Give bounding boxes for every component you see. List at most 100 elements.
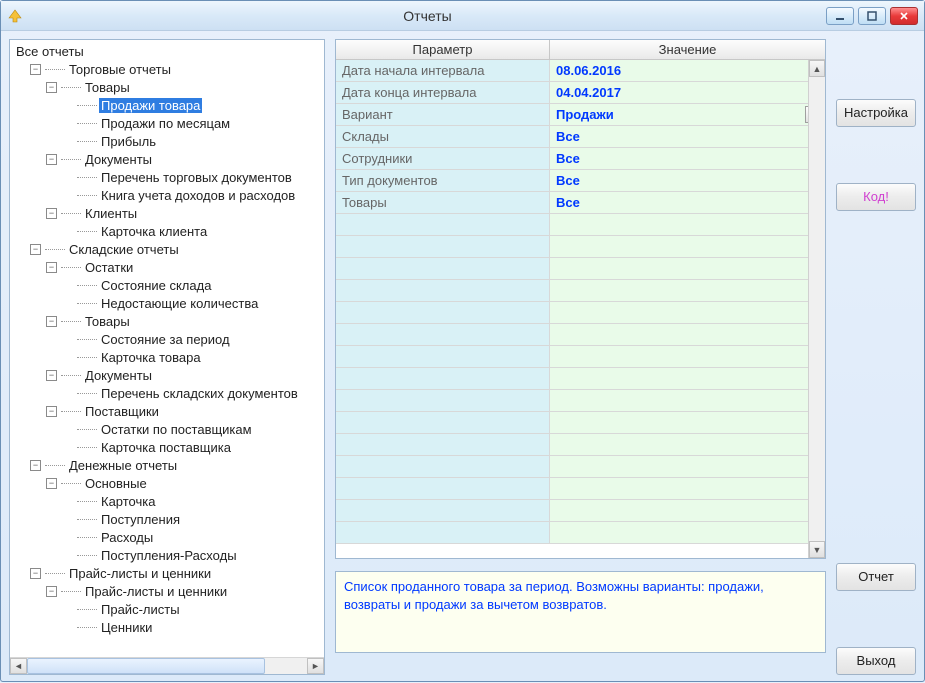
tree-item[interactable]: − Товары	[46, 312, 324, 330]
collapse-icon[interactable]: −	[30, 64, 41, 75]
tree-item[interactable]: Состояние за период	[62, 330, 324, 348]
reports-tree[interactable]: Все отчеты−Торговые отчеты−ТоварыПродажи…	[10, 40, 324, 657]
grid-row[interactable]: СкладыВсе	[336, 126, 825, 148]
scroll-track[interactable]	[27, 658, 307, 674]
collapse-icon[interactable]: −	[46, 82, 57, 93]
collapse-icon[interactable]: −	[46, 316, 57, 327]
tree-item[interactable]: Прайс-листы	[62, 600, 324, 618]
tree-item[interactable]: Остатки по поставщикам	[62, 420, 324, 438]
tree-item[interactable]: Карточка клиента	[62, 222, 324, 240]
tree-item[interactable]: −Документы	[46, 150, 324, 168]
tree-item-label[interactable]: Денежные отчеты	[67, 458, 179, 473]
tree-item-label[interactable]: Состояние склада	[99, 278, 213, 293]
tree-item[interactable]: − Клиенты	[46, 204, 324, 222]
exit-button[interactable]: Выход	[836, 647, 916, 675]
tree-item-label[interactable]: Книга учета доходов и расходов	[99, 188, 297, 203]
tree-item[interactable]: Книга учета доходов и расходов	[62, 186, 324, 204]
tree-item-label[interactable]: Остатки	[83, 260, 135, 275]
scroll-track[interactable]	[809, 77, 825, 541]
collapse-icon[interactable]: −	[46, 478, 57, 489]
grid-row[interactable]: Дата начала интервала08.06.2016	[336, 60, 825, 82]
tree-item[interactable]: Карточка	[62, 492, 324, 510]
collapse-icon[interactable]: −	[46, 370, 57, 381]
tree-item-label[interactable]: Перечень торговых документов	[99, 170, 294, 185]
tree-item-label[interactable]: Поступления-Расходы	[99, 548, 239, 563]
value-cell[interactable]: 04.04.2017	[550, 82, 825, 103]
scroll-up-button[interactable]: ▲	[809, 60, 825, 77]
tree-item-label[interactable]: Складские отчеты	[67, 242, 181, 257]
maximize-button[interactable]	[858, 7, 886, 25]
collapse-icon[interactable]: −	[30, 460, 41, 471]
tree-item-label[interactable]: Состояние за период	[99, 332, 232, 347]
code-button[interactable]: Код!	[836, 183, 916, 211]
tree-item[interactable]: − Прайс-листы и ценники	[30, 564, 324, 582]
value-cell[interactable]: Все	[550, 126, 825, 147]
tree-item[interactable]: − Денежные отчеты	[30, 456, 324, 474]
grid-row[interactable]: Дата конца интервала04.04.2017	[336, 82, 825, 104]
tree-item-label[interactable]: Расходы	[99, 530, 155, 545]
settings-button[interactable]: Настройка	[836, 99, 916, 127]
value-cell[interactable]: Все	[550, 170, 825, 191]
collapse-icon[interactable]: −	[46, 406, 57, 417]
tree-item[interactable]: Поступления-Расходы	[62, 546, 324, 564]
tree-item[interactable]: Продажи товара	[62, 96, 324, 114]
close-button[interactable]	[890, 7, 918, 25]
tree-item-label[interactable]: Поставщики	[83, 404, 161, 419]
tree-item-label[interactable]: Торговые отчеты	[67, 62, 173, 77]
tree-item[interactable]: − Поставщики	[46, 402, 324, 420]
tree-item-label[interactable]: Остатки по поставщикам	[99, 422, 254, 437]
tree-item[interactable]: − Основные	[46, 474, 324, 492]
tree-item[interactable]: Перечень складских документов	[62, 384, 324, 402]
tree-item[interactable]: − Торговые отчеты	[30, 60, 324, 78]
value-cell[interactable]: 08.06.2016	[550, 60, 825, 81]
tree-item-label[interactable]: Прайс-листы	[99, 602, 182, 617]
tree-item-label[interactable]: Клиенты	[83, 206, 139, 221]
column-header-parameter[interactable]: Параметр	[336, 40, 550, 59]
tree-item-label[interactable]: Ценники	[99, 620, 154, 635]
grid-vscrollbar[interactable]: ▲ ▼	[808, 60, 825, 558]
tree-item[interactable]: Ценники	[62, 618, 324, 636]
tree-item-label[interactable]: Карточка поставщика	[99, 440, 233, 455]
scroll-down-button[interactable]: ▼	[809, 541, 825, 558]
tree-root-label[interactable]: Все отчеты	[14, 44, 86, 59]
scroll-left-button[interactable]: ◄	[10, 658, 27, 674]
grid-row[interactable]: СотрудникиВсе	[336, 148, 825, 170]
tree-item[interactable]: −Остатки	[46, 258, 324, 276]
collapse-icon[interactable]: −	[30, 568, 41, 579]
tree-item[interactable]: Прибыль	[62, 132, 324, 150]
tree-item-label[interactable]: Карточка товара	[99, 350, 203, 365]
tree-item[interactable]: Продажи по месяцам	[62, 114, 324, 132]
tree-item-label[interactable]: Продажи по месяцам	[99, 116, 232, 131]
tree-item-label[interactable]: Перечень складских документов	[99, 386, 300, 401]
tree-item-label[interactable]: Прайс-листы и ценники	[67, 566, 213, 581]
tree-item[interactable]: Карточка товара	[62, 348, 324, 366]
tree-item-label[interactable]: Продажи товара	[99, 98, 202, 113]
value-cell[interactable]: Все	[550, 148, 825, 169]
scroll-right-button[interactable]: ►	[307, 658, 324, 674]
value-cell[interactable]: Продажи	[550, 104, 825, 125]
column-header-value[interactable]: Значение	[550, 40, 825, 59]
tree-item[interactable]: Поступления	[62, 510, 324, 528]
tree-item[interactable]: Состояние склада	[62, 276, 324, 294]
tree-item[interactable]: Карточка поставщика	[62, 438, 324, 456]
collapse-icon[interactable]: −	[46, 154, 57, 165]
tree-item-label[interactable]: Основные	[83, 476, 149, 491]
tree-item-label[interactable]: Товары	[83, 314, 132, 329]
tree-item[interactable]: Недостающие количества	[62, 294, 324, 312]
tree-item-label[interactable]: Документы	[83, 368, 154, 383]
tree-item[interactable]: Расходы	[62, 528, 324, 546]
scroll-thumb[interactable]	[27, 658, 265, 674]
tree-item[interactable]: −Товары	[46, 78, 324, 96]
tree-item-label[interactable]: Карточка клиента	[99, 224, 209, 239]
minimize-button[interactable]	[826, 7, 854, 25]
report-button[interactable]: Отчет	[836, 563, 916, 591]
grid-row[interactable]: ВариантПродажи	[336, 104, 825, 126]
grid-row[interactable]: ТоварыВсе	[336, 192, 825, 214]
tree-item-label[interactable]: Прайс-листы и ценники	[83, 584, 229, 599]
tree-item[interactable]: −Прайс-листы и ценники	[46, 582, 324, 600]
tree-item-label[interactable]: Поступления	[99, 512, 182, 527]
tree-item[interactable]: − Документы	[46, 366, 324, 384]
tree-root-item[interactable]: Все отчеты	[14, 42, 324, 60]
collapse-icon[interactable]: −	[46, 208, 57, 219]
value-cell[interactable]: Все	[550, 192, 825, 213]
